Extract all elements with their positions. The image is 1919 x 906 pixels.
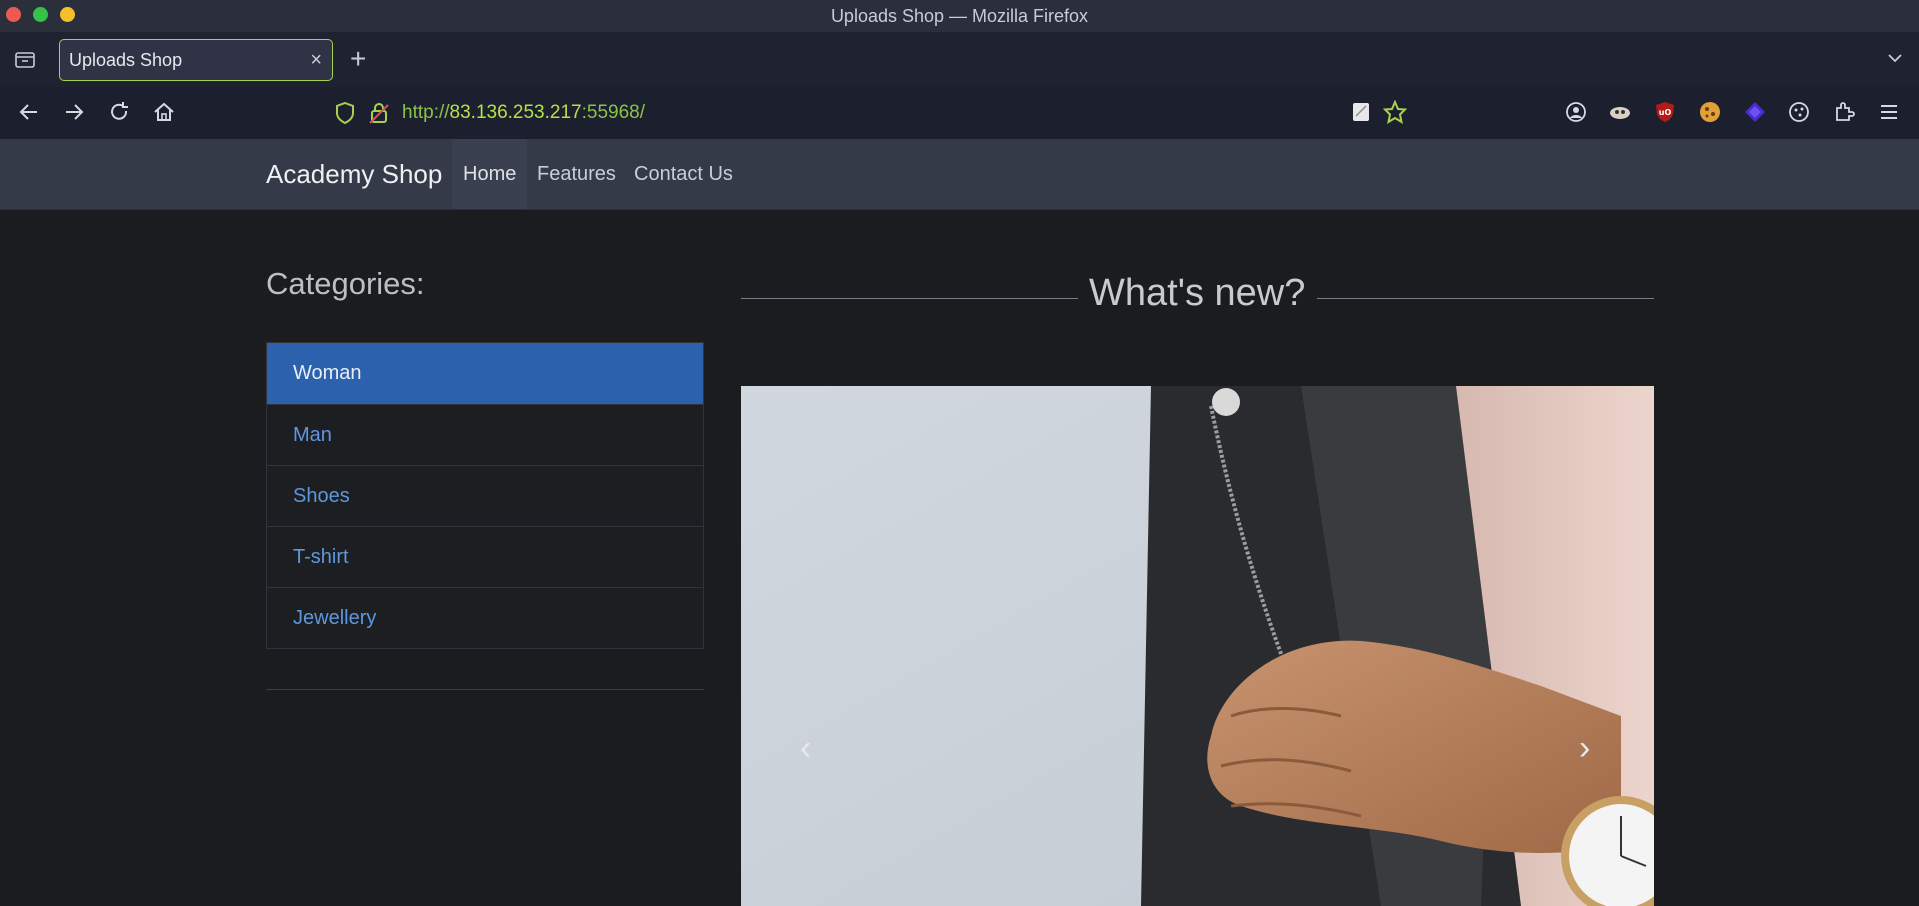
category-woman[interactable]: Woman [267, 343, 703, 404]
categories-heading: Categories: [266, 266, 425, 301]
diamond-icon[interactable] [1743, 100, 1767, 124]
lock-icon[interactable] [368, 101, 390, 125]
carousel-slide-image [741, 386, 1654, 906]
new-tab-button[interactable]: + [350, 42, 366, 76]
tab-bar: Uploads Shop × + [0, 32, 1919, 87]
tab-close-icon[interactable]: × [310, 40, 322, 80]
nav-features-link[interactable]: Features [537, 139, 616, 209]
puzzle-icon[interactable] [1832, 100, 1856, 124]
url-bar[interactable]: http://83.136.253.217:55968/ [320, 95, 1420, 131]
window-titlebar: Uploads Shop — Mozilla Firefox [0, 0, 1919, 32]
category-jewellery[interactable]: Jewellery [267, 587, 703, 648]
chevron-down-icon[interactable] [1885, 48, 1905, 68]
tab-title: Uploads Shop [69, 50, 183, 70]
url-text[interactable]: http://83.136.253.217:55968/ [402, 95, 645, 131]
url-scheme: http:// [402, 102, 450, 123]
settings-icon[interactable] [1787, 100, 1811, 124]
window-title: Uploads Shop — Mozilla Firefox [830, 6, 1089, 26]
browser-toolbar: http://83.136.253.217:55968/ uO [0, 87, 1919, 139]
svg-text:uO: uO [1659, 108, 1672, 117]
forward-icon[interactable] [61, 99, 87, 125]
account-icon[interactable] [1564, 100, 1588, 124]
cookie-icon[interactable] [1698, 100, 1722, 124]
url-host: 83.136.253.217 [449, 102, 582, 123]
category-man[interactable]: Man [267, 404, 703, 465]
site-brand[interactable]: Academy Shop [266, 139, 442, 209]
ublock-icon[interactable]: uO [1653, 100, 1677, 124]
whats-new-heading: What's new? [1089, 272, 1306, 314]
category-shoes[interactable]: Shoes [267, 465, 703, 526]
carousel-prev-button[interactable]: ‹ [800, 731, 811, 765]
category-list: Woman Man Shoes T-shirt Jewellery [266, 342, 704, 649]
heading-rule-left [741, 298, 1078, 299]
nav-home-link[interactable]: Home [452, 139, 528, 209]
sidebar-divider [266, 689, 704, 690]
reload-icon[interactable] [106, 99, 132, 125]
shield-icon[interactable] [334, 101, 356, 125]
extension-icon[interactable] [1608, 100, 1632, 124]
tab-uploads-shop[interactable]: Uploads Shop × [59, 39, 333, 81]
url-port: :55968/ [581, 102, 646, 123]
site-navbar: Academy Shop Home Features Contact Us [0, 139, 1919, 210]
nav-contact-link[interactable]: Contact Us [634, 139, 733, 209]
tab-list-icon[interactable] [14, 48, 36, 70]
carousel-next-button[interactable]: › [1579, 731, 1590, 765]
back-icon[interactable] [16, 99, 42, 125]
home-icon[interactable] [151, 99, 177, 125]
menu-icon[interactable] [1877, 100, 1901, 124]
heading-rule-right [1317, 298, 1654, 299]
reader-icon[interactable] [1349, 100, 1373, 124]
bookmark-star-icon[interactable] [1383, 100, 1407, 124]
category-tshirt[interactable]: T-shirt [267, 526, 703, 587]
